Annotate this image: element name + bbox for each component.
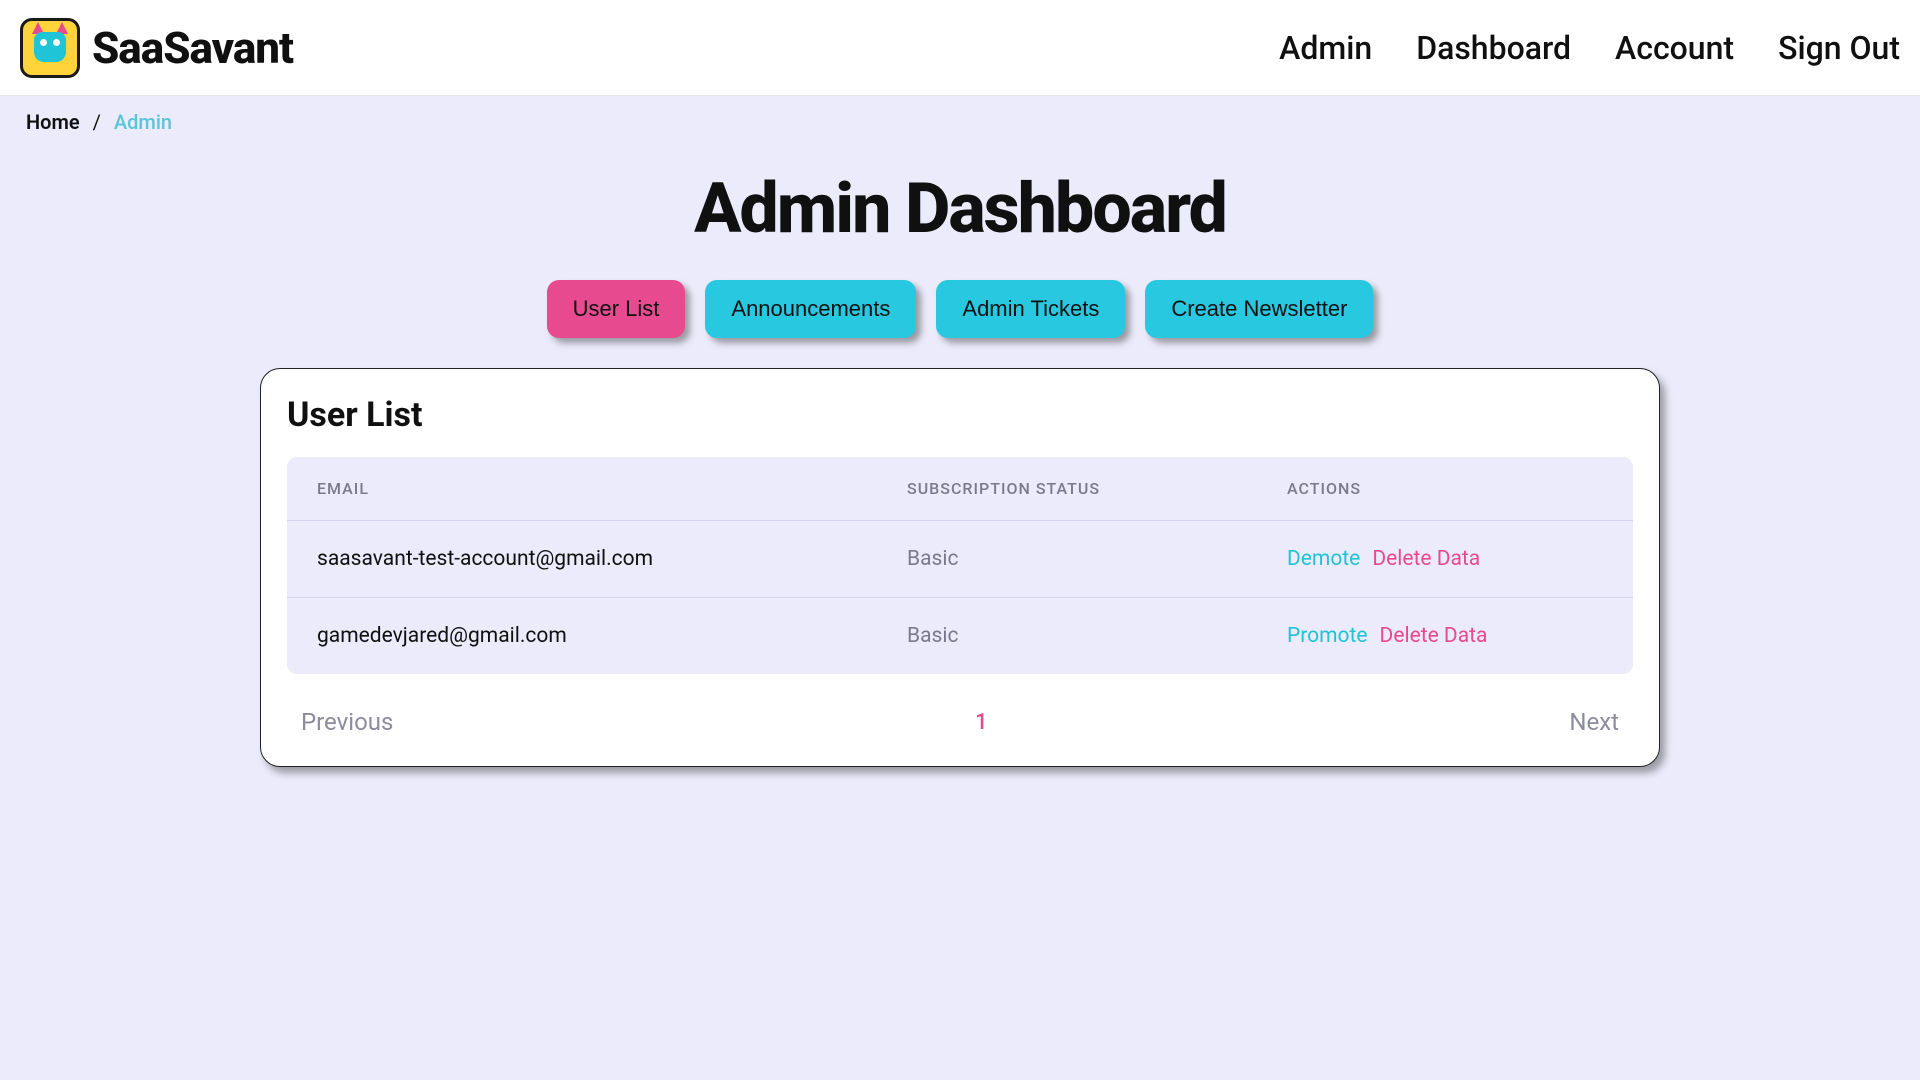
breadcrumb: Home / Admin — [0, 96, 1920, 148]
tab-create-newsletter[interactable]: Create Newsletter — [1145, 280, 1373, 338]
cell-actions: Promote Delete Data — [1287, 624, 1603, 648]
header: SaaSavant Admin Dashboard Account Sign O… — [0, 0, 1920, 96]
card-title: User List — [287, 395, 1633, 435]
pagination-prev[interactable]: Previous — [301, 708, 393, 736]
user-table: EMAIL SUBSCRIPTION STATUS ACTIONS saasav… — [287, 457, 1633, 674]
action-demote[interactable]: Demote — [1287, 547, 1360, 571]
table-header-row: EMAIL SUBSCRIPTION STATUS ACTIONS — [287, 457, 1633, 521]
user-list-card: User List EMAIL SUBSCRIPTION STATUS ACTI… — [260, 368, 1660, 767]
nav-account[interactable]: Account — [1615, 29, 1734, 67]
cell-status: Basic — [907, 547, 1287, 571]
cell-status: Basic — [907, 624, 1287, 648]
cell-email: saasavant-test-account@gmail.com — [317, 547, 907, 571]
pagination-page[interactable]: 1 — [975, 710, 988, 735]
col-header-actions: ACTIONS — [1287, 479, 1603, 498]
breadcrumb-separator: / — [93, 110, 101, 134]
pagination-next[interactable]: Next — [1569, 708, 1619, 736]
action-delete[interactable]: Delete Data — [1372, 547, 1480, 571]
cell-email: gamedevjared@gmail.com — [317, 624, 907, 648]
col-header-status: SUBSCRIPTION STATUS — [907, 479, 1287, 498]
cell-actions: Demote Delete Data — [1287, 547, 1603, 571]
action-delete[interactable]: Delete Data — [1380, 624, 1488, 648]
brand[interactable]: SaaSavant — [20, 18, 293, 78]
nav-admin[interactable]: Admin — [1279, 29, 1372, 67]
col-header-email: EMAIL — [317, 479, 907, 498]
table-row: saasavant-test-account@gmail.com Basic D… — [287, 521, 1633, 598]
nav-dashboard[interactable]: Dashboard — [1416, 29, 1571, 67]
logo-icon — [20, 18, 80, 78]
top-nav: Admin Dashboard Account Sign Out — [1279, 29, 1900, 67]
breadcrumb-home[interactable]: Home — [26, 110, 80, 134]
table-row: gamedevjared@gmail.com Basic Promote Del… — [287, 598, 1633, 674]
tab-announcements[interactable]: Announcements — [705, 280, 916, 338]
nav-signout[interactable]: Sign Out — [1778, 29, 1900, 67]
action-promote[interactable]: Promote — [1287, 624, 1368, 648]
brand-name: SaaSavant — [92, 22, 293, 74]
breadcrumb-current: Admin — [114, 110, 172, 134]
tab-user-list[interactable]: User List — [547, 280, 686, 338]
tab-admin-tickets[interactable]: Admin Tickets — [936, 280, 1125, 338]
page-title: Admin Dashboard — [0, 168, 1920, 250]
pagination: Previous 1 Next — [287, 698, 1633, 740]
admin-tabs: User List Announcements Admin Tickets Cr… — [0, 280, 1920, 338]
